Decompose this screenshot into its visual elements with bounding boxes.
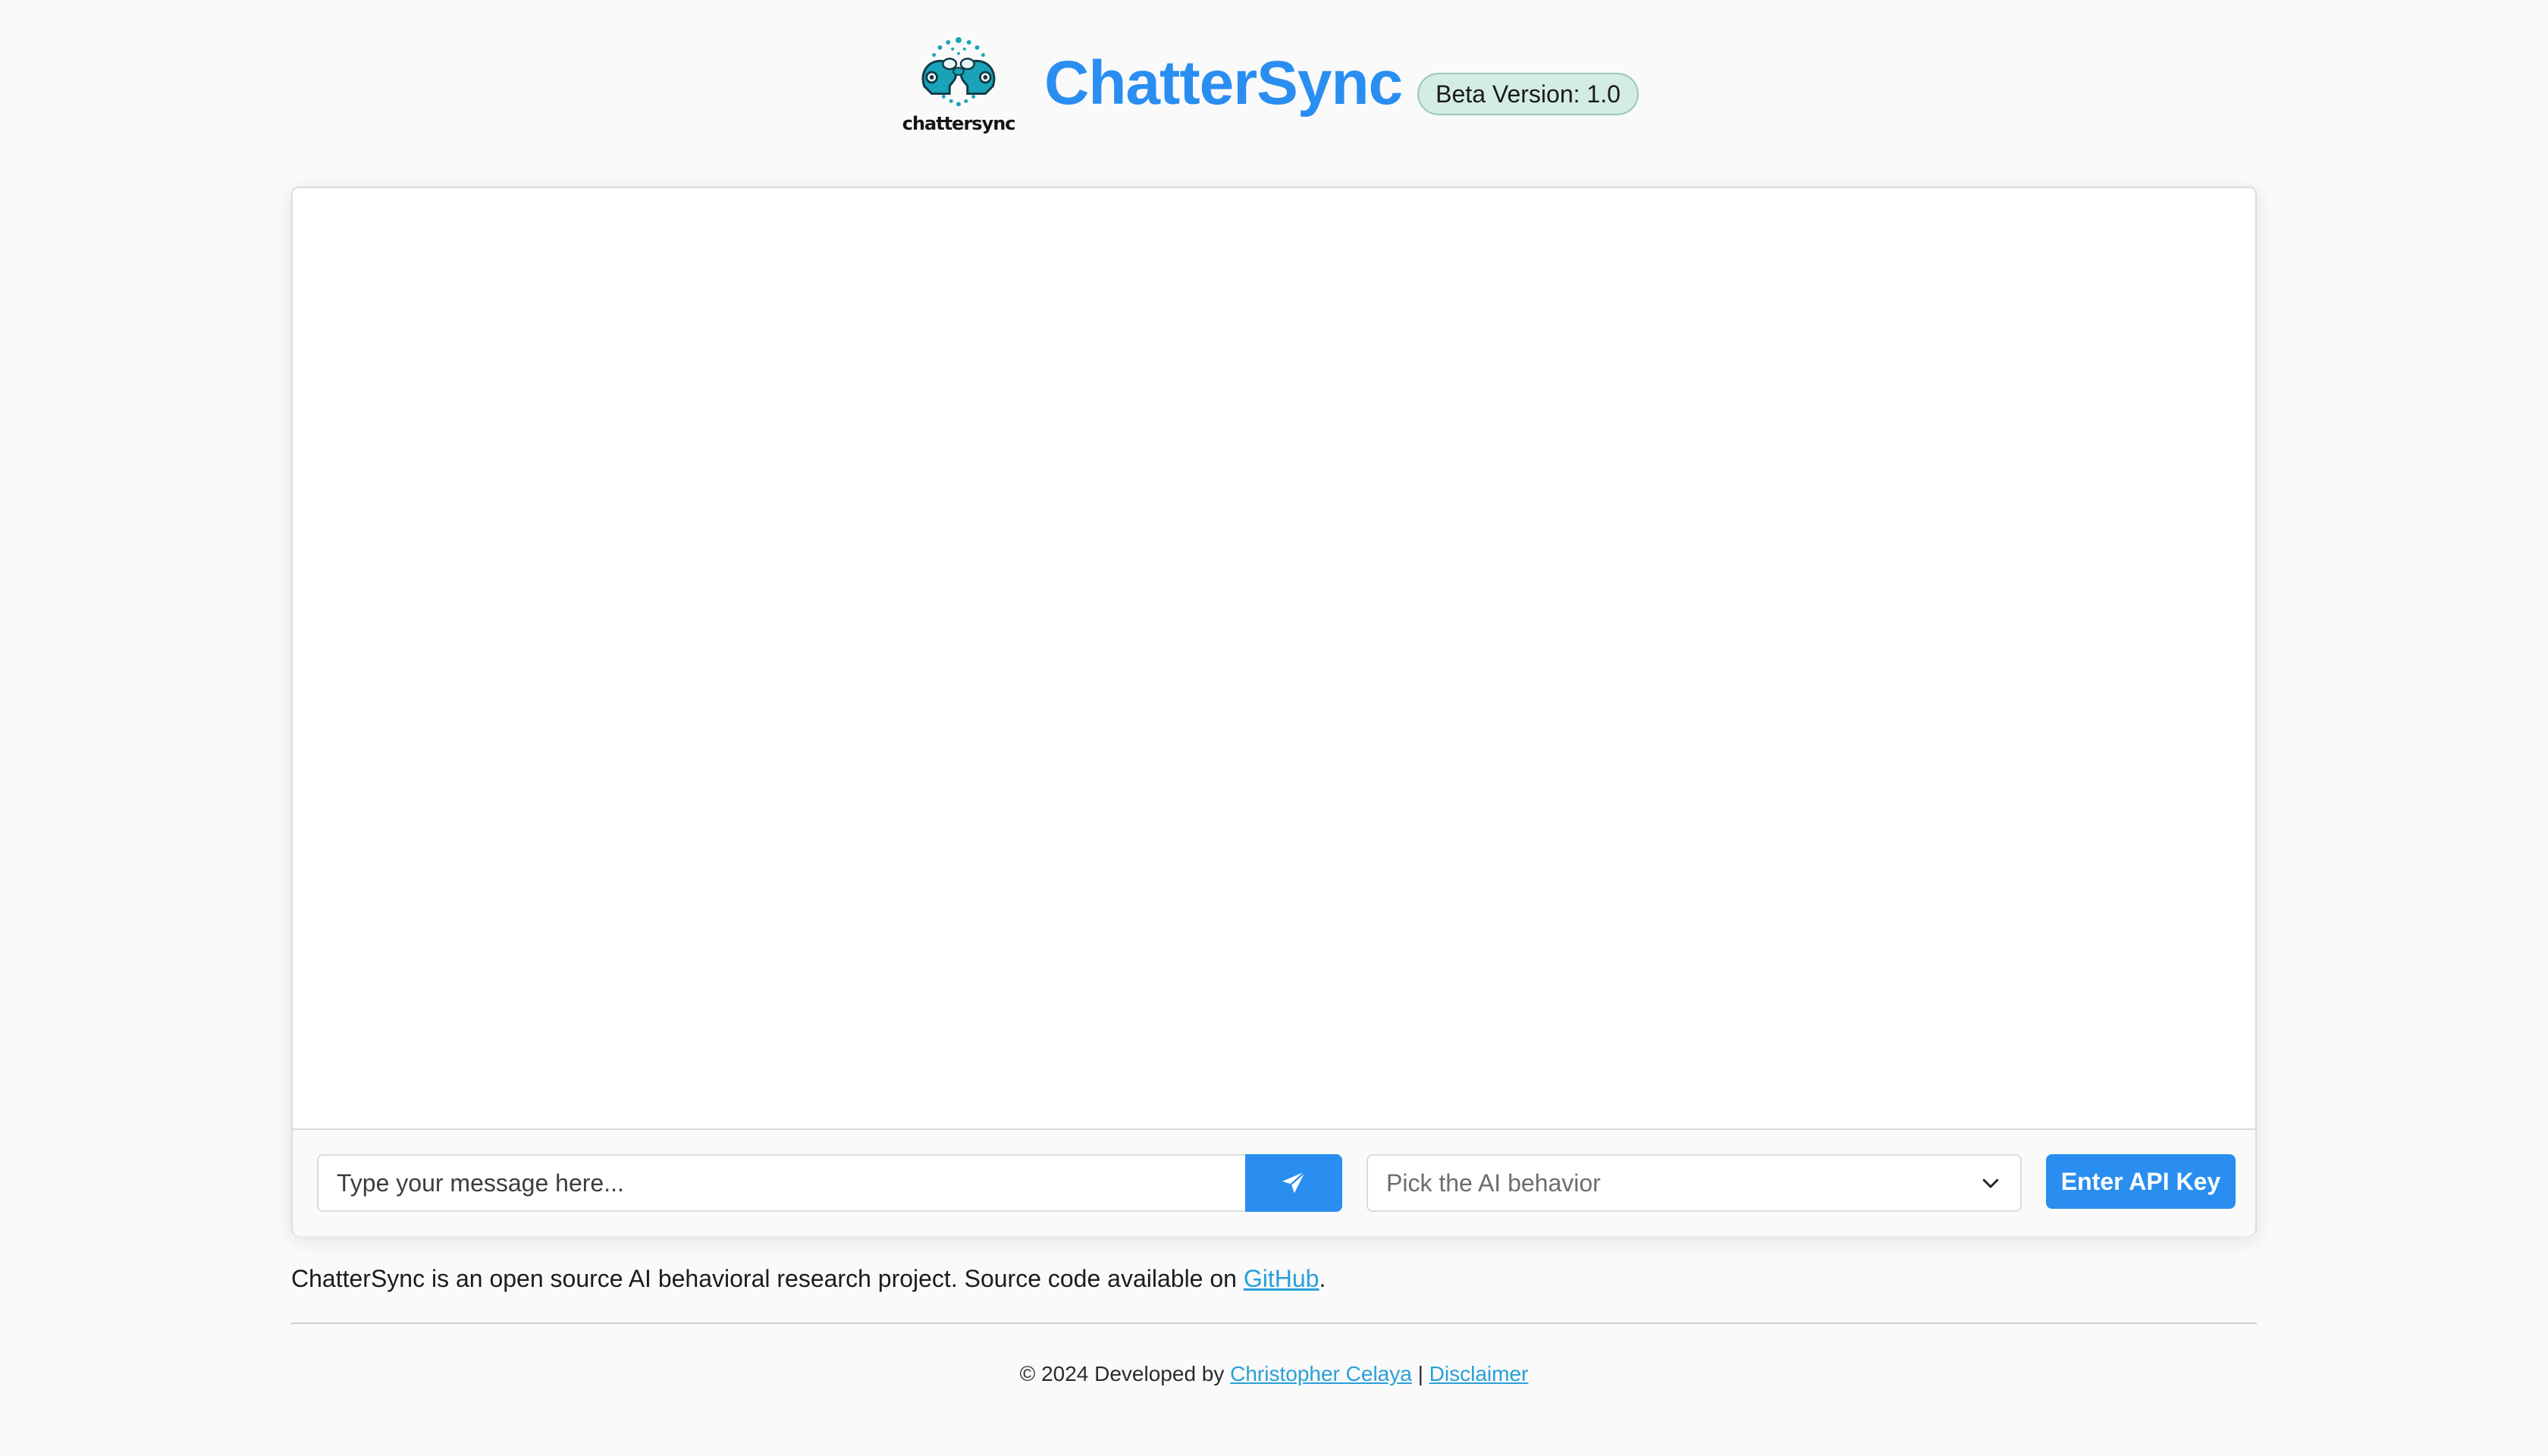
divider bbox=[291, 1323, 2257, 1324]
footer: © 2024 Developed by Christopher Celaya |… bbox=[0, 1362, 2548, 1386]
disclaimer-link[interactable]: Disclaimer bbox=[1429, 1362, 1529, 1385]
logo-text: chattersync bbox=[902, 113, 1016, 134]
chevron-down-icon bbox=[1982, 1178, 1999, 1188]
chat-messages-area[interactable] bbox=[293, 188, 2255, 1130]
enter-api-key-button[interactable]: Enter API Key bbox=[2046, 1154, 2236, 1209]
header: chattersync ChatterSync Beta Version: 1.… bbox=[0, 30, 2548, 144]
message-input[interactable] bbox=[317, 1154, 1245, 1212]
ai-behavior-select[interactable]: Pick the AI behavior bbox=[1367, 1154, 2022, 1212]
chattersync-logo-icon bbox=[921, 36, 996, 107]
chat-card: Pick the AI behavior Enter API Key bbox=[291, 187, 2257, 1236]
ai-behavior-placeholder: Pick the AI behavior bbox=[1386, 1169, 1601, 1197]
author-link[interactable]: Christopher Celaya bbox=[1230, 1362, 1412, 1385]
project-info-period: . bbox=[1319, 1265, 1326, 1292]
project-info-text: ChatterSync is an open source AI behavio… bbox=[291, 1265, 1244, 1292]
version-badge: Beta Version: 1.0 bbox=[1417, 73, 1639, 115]
copyright-text: © 2024 Developed by bbox=[1019, 1362, 1231, 1385]
logo[interactable]: chattersync bbox=[902, 34, 1016, 140]
footer-separator: | bbox=[1411, 1362, 1429, 1385]
github-link[interactable]: GitHub bbox=[1244, 1265, 1320, 1292]
app-title: ChatterSync bbox=[1044, 49, 1403, 118]
chat-input-row: Pick the AI behavior Enter API Key bbox=[293, 1130, 2255, 1236]
paper-plane-icon bbox=[1282, 1171, 1306, 1194]
project-info: ChatterSync is an open source AI behavio… bbox=[291, 1265, 1326, 1293]
send-button[interactable] bbox=[1245, 1154, 1342, 1212]
